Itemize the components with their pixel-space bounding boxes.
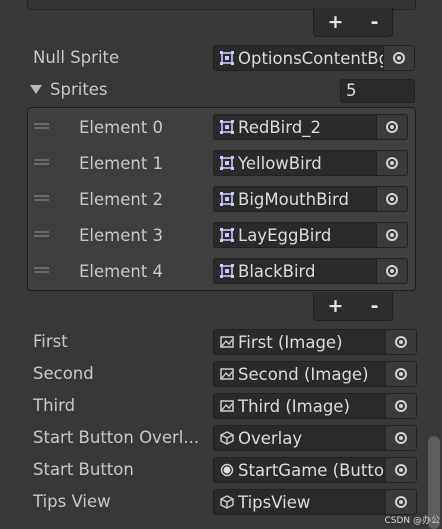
element-value: YellowBird bbox=[238, 153, 322, 173]
object-picker-icon bbox=[395, 432, 407, 444]
sprite-icon bbox=[214, 192, 234, 206]
watermark: CSDN @办公 bbox=[384, 516, 440, 526]
drag-handle-icon[interactable] bbox=[34, 195, 49, 201]
drag-handle-icon[interactable] bbox=[34, 267, 49, 273]
object-picker-button[interactable] bbox=[383, 46, 414, 70]
object-picker-button[interactable] bbox=[385, 394, 416, 418]
element-0-field[interactable]: RedBird_2 bbox=[213, 114, 408, 140]
gameobject-icon bbox=[214, 431, 234, 445]
element-value: BigMouthBird bbox=[238, 189, 349, 209]
object-picker-icon bbox=[395, 464, 407, 476]
sprites-remove-button[interactable]: - bbox=[371, 296, 379, 316]
sprites-add-button[interactable]: + bbox=[328, 296, 344, 316]
sprites-label[interactable]: Sprites bbox=[50, 80, 108, 99]
object-picker-button[interactable] bbox=[385, 458, 416, 482]
object-picker-button[interactable] bbox=[385, 330, 416, 354]
start-button-overlay-value: Overlay bbox=[238, 428, 303, 448]
sprite-icon bbox=[214, 120, 234, 134]
object-picker-button[interactable] bbox=[385, 362, 416, 386]
object-picker-icon bbox=[395, 496, 407, 508]
image-icon bbox=[214, 368, 234, 380]
sprite-icon bbox=[214, 156, 234, 170]
sprite-icon bbox=[214, 228, 234, 242]
object-picker-button[interactable] bbox=[385, 426, 416, 450]
object-picker-icon bbox=[395, 336, 407, 348]
object-picker-icon bbox=[386, 121, 398, 133]
start-button-overlay-label: Start Button Overl... bbox=[33, 428, 200, 447]
drag-handle-icon[interactable] bbox=[34, 231, 49, 237]
element-label: Element 0 bbox=[79, 118, 164, 137]
object-picker-icon bbox=[386, 229, 398, 241]
object-picker-icon bbox=[386, 193, 398, 205]
gameobject-icon bbox=[214, 495, 234, 509]
first-field[interactable]: First (Image) bbox=[213, 329, 417, 355]
first-value: First (Image) bbox=[238, 332, 343, 352]
element-value: LayEggBird bbox=[238, 225, 332, 245]
element-value: BlackBird bbox=[238, 261, 316, 281]
element-1-field[interactable]: YellowBird bbox=[213, 150, 408, 176]
object-picker-button[interactable] bbox=[376, 259, 407, 283]
sprite-icon bbox=[214, 51, 234, 65]
start-button-overlay-field[interactable]: Overlay bbox=[213, 425, 417, 451]
tips-view-value: TipsView bbox=[238, 492, 311, 512]
sprite-icon bbox=[214, 264, 234, 278]
element-4-field[interactable]: BlackBird bbox=[213, 258, 408, 284]
drag-handle-icon[interactable] bbox=[34, 159, 49, 165]
sprites-size-field[interactable]: 5 bbox=[340, 79, 415, 103]
element-3-field[interactable]: LayEggBird bbox=[213, 222, 408, 248]
drag-handle-icon[interactable] bbox=[34, 123, 49, 129]
start-button-label: Start Button bbox=[33, 460, 134, 479]
element-2-field[interactable]: BigMouthBird bbox=[213, 186, 408, 212]
third-field[interactable]: Third (Image) bbox=[213, 393, 417, 419]
object-picker-icon bbox=[393, 52, 405, 64]
element-label: Element 1 bbox=[79, 154, 164, 173]
sprites-foldout-arrow-icon[interactable] bbox=[30, 85, 42, 94]
element-value: RedBird_2 bbox=[238, 117, 321, 137]
null-sprite-value: OptionsContentBg bbox=[238, 48, 383, 68]
button-icon bbox=[214, 463, 234, 477]
object-picker-icon bbox=[386, 157, 398, 169]
element-label: Element 2 bbox=[79, 190, 164, 209]
image-icon bbox=[214, 400, 234, 412]
top-list-add-button[interactable]: + bbox=[328, 12, 344, 32]
element-label: Element 3 bbox=[79, 226, 164, 245]
object-picker-icon bbox=[395, 400, 407, 412]
first-label: First bbox=[33, 332, 68, 351]
start-button-field[interactable]: StartGame (Button) bbox=[213, 457, 417, 483]
object-picker-icon bbox=[386, 265, 398, 277]
second-value: Second (Image) bbox=[238, 364, 369, 384]
tips-view-label: Tips View bbox=[33, 492, 111, 511]
null-sprite-field[interactable]: OptionsContentBg bbox=[213, 45, 415, 71]
object-picker-icon bbox=[395, 368, 407, 380]
third-label: Third bbox=[33, 396, 76, 415]
tips-view-field[interactable]: TipsView bbox=[213, 489, 417, 515]
object-picker-button[interactable] bbox=[376, 151, 407, 175]
object-picker-button[interactable] bbox=[385, 490, 416, 514]
second-field[interactable]: Second (Image) bbox=[213, 361, 417, 387]
third-value: Third (Image) bbox=[238, 396, 350, 416]
object-picker-button[interactable] bbox=[376, 115, 407, 139]
top-list-add-remove: + - bbox=[313, 8, 393, 37]
object-picker-button[interactable] bbox=[376, 223, 407, 247]
null-sprite-label: Null Sprite bbox=[33, 48, 120, 67]
element-label: Element 4 bbox=[79, 262, 164, 281]
top-list-remove-button[interactable]: - bbox=[371, 12, 379, 32]
image-icon bbox=[214, 336, 234, 348]
second-label: Second bbox=[33, 364, 94, 383]
start-button-value: StartGame (Button) bbox=[238, 460, 385, 480]
object-picker-button[interactable] bbox=[376, 187, 407, 211]
sprites-add-remove: + - bbox=[313, 292, 393, 321]
